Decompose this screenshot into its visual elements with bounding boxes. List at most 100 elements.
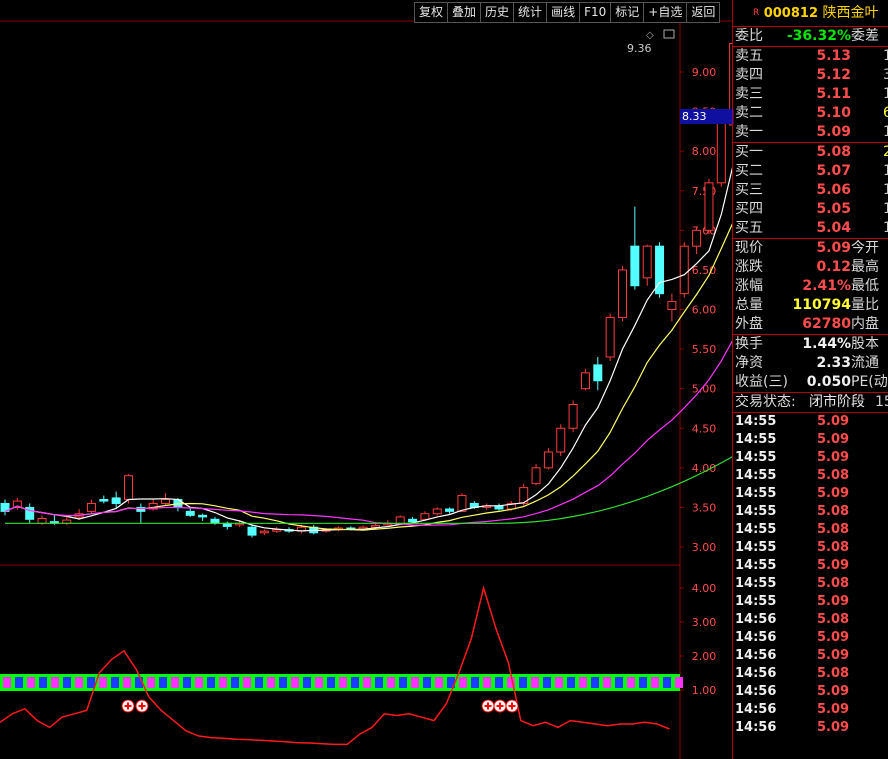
stat-label-2: 今开 xyxy=(851,240,879,256)
signal-cell xyxy=(123,677,131,688)
trade-tick-row: 14:55 5.08 xyxy=(733,503,888,521)
price-axis-label: 4.50 xyxy=(692,422,717,435)
sell-volume: 1 xyxy=(883,86,888,102)
mark-button[interactable]: 标记 xyxy=(611,2,645,23)
sell-row[interactable]: 卖五 5.13 1 xyxy=(733,47,888,66)
signal-cell xyxy=(231,677,239,688)
stat-value: 2.33 xyxy=(816,355,851,371)
candle-body xyxy=(210,518,220,524)
buy-price: 5.05 xyxy=(816,201,851,217)
weibi-label: 委比 xyxy=(735,28,763,44)
stock-code[interactable]: 000812 xyxy=(764,6,818,21)
stat-row: 换手 1.44% 股本 xyxy=(733,335,888,354)
stats-button[interactable]: 统计 xyxy=(514,2,548,23)
draw-line-button[interactable]: 画线 xyxy=(547,2,581,23)
trade-price: 5.09 xyxy=(817,630,850,645)
sell-row[interactable]: 卖二 5.10 6 xyxy=(733,104,888,123)
stat-label: 涨幅 xyxy=(735,278,763,294)
trade-time: 14:55 xyxy=(735,540,777,555)
price-axis-label: 6.00 xyxy=(692,304,717,317)
candle-body xyxy=(531,467,541,485)
overlay-button[interactable]: 叠加 xyxy=(448,2,482,23)
signal-cell xyxy=(459,677,467,688)
sell-row[interactable]: 卖三 5.11 1 xyxy=(733,85,888,104)
trade-tick-row: 14:55 5.08 xyxy=(733,575,888,593)
sell-price: 5.11 xyxy=(816,86,851,102)
buy-row[interactable]: 买三 5.06 1 xyxy=(733,181,888,200)
trade-price: 5.08 xyxy=(817,504,850,519)
price-axis-label: 8.00 xyxy=(692,145,717,158)
candle-body xyxy=(593,364,603,382)
signal-cell xyxy=(111,677,119,688)
trade-tick-row: 14:56 5.09 xyxy=(733,647,888,665)
sell-row[interactable]: 卖一 5.09 1 xyxy=(733,123,888,143)
signal-cell xyxy=(675,677,683,688)
signal-cell xyxy=(171,677,179,688)
stock-name: 陕西金叶 xyxy=(822,5,879,21)
candle-body xyxy=(111,497,121,504)
f10-button[interactable]: F10 xyxy=(580,2,612,23)
stat-row: 涨跌 0.12 最高 xyxy=(733,258,888,277)
signal-cell xyxy=(375,677,383,688)
trade-time: 14:55 xyxy=(735,432,777,447)
sell-label: 卖一 xyxy=(735,124,763,140)
signal-cell xyxy=(399,677,407,688)
trade-price: 5.09 xyxy=(817,414,850,429)
buy-row[interactable]: 买一 5.08 2 xyxy=(733,143,888,162)
trade-time: 14:56 xyxy=(735,720,777,735)
trade-price: 5.09 xyxy=(817,702,850,717)
signal-cell xyxy=(147,677,155,688)
signal-cell xyxy=(339,677,347,688)
candle-body xyxy=(605,316,615,358)
buy-row[interactable]: 买四 5.05 1 xyxy=(733,200,888,219)
buy-row[interactable]: 买五 5.04 1 xyxy=(733,219,888,239)
signal-cell xyxy=(579,677,587,688)
sell-label: 卖二 xyxy=(735,105,763,121)
signal-cell xyxy=(63,677,71,688)
trade-price: 5.08 xyxy=(817,666,850,681)
trade-price: 5.09 xyxy=(817,720,850,735)
stat-row: 现价 5.09 今开 xyxy=(733,239,888,258)
trade-tick-row: 14:55 5.09 xyxy=(733,485,888,503)
buy-label: 买一 xyxy=(735,144,763,160)
trade-time: 14:55 xyxy=(735,558,777,573)
signal-cell xyxy=(303,677,311,688)
price-axis-label: 3.00 xyxy=(692,541,717,554)
signal-cell xyxy=(159,677,167,688)
fuquan-button[interactable]: 复权 xyxy=(414,2,449,23)
candle-body xyxy=(408,518,418,523)
trade-status-value: 闭市阶段 xyxy=(809,394,865,410)
signal-cell xyxy=(15,677,23,688)
trade-tick-row: 14:56 5.09 xyxy=(733,683,888,701)
signal-cell xyxy=(411,677,419,688)
trade-time: 14:55 xyxy=(735,486,777,501)
trade-status-label: 交易状态: xyxy=(735,394,796,410)
signal-cell xyxy=(219,677,227,688)
add-watchlist-button[interactable]: +自选 xyxy=(644,2,688,23)
kline-chart[interactable]: 9.008.508.007.507.006.506.005.505.004.50… xyxy=(0,0,732,759)
signal-cell xyxy=(99,677,107,688)
history-button[interactable]: 历史 xyxy=(481,2,515,23)
signal-cell xyxy=(255,677,263,688)
signal-cell xyxy=(627,677,635,688)
trade-ticks-list[interactable]: 14:55 5.09 14:55 5.09 14:55 5.09 14:55 5.08 14:5… xyxy=(733,413,888,737)
buy-row[interactable]: 买二 5.07 1 xyxy=(733,162,888,181)
stat-row: 涨幅 2.41% 最低 xyxy=(733,277,888,296)
back-button[interactable]: 返回 xyxy=(687,2,721,23)
trade-time: 14:55 xyxy=(735,468,777,483)
candle-body xyxy=(37,518,47,524)
trade-time: 14:56 xyxy=(735,702,777,717)
sell-volume: 6 xyxy=(883,105,888,121)
buy-volume: 1 xyxy=(883,220,888,236)
stat-label: 总量 xyxy=(735,297,763,313)
sell-row[interactable]: 卖四 5.12 3 xyxy=(733,66,888,85)
trade-tick-row: 14:55 5.09 xyxy=(733,449,888,467)
stat-value: 2.41% xyxy=(802,278,851,294)
indicator-axis-label: 1.00 xyxy=(692,684,717,697)
candle-body xyxy=(259,530,269,534)
trade-time: 14:55 xyxy=(735,594,777,609)
stat-value: 0.050 xyxy=(806,374,851,390)
signal-cell xyxy=(531,677,539,688)
trade-time: 14:56 xyxy=(735,630,777,645)
stat-row: 外盘 62780 内盘 xyxy=(733,315,888,335)
